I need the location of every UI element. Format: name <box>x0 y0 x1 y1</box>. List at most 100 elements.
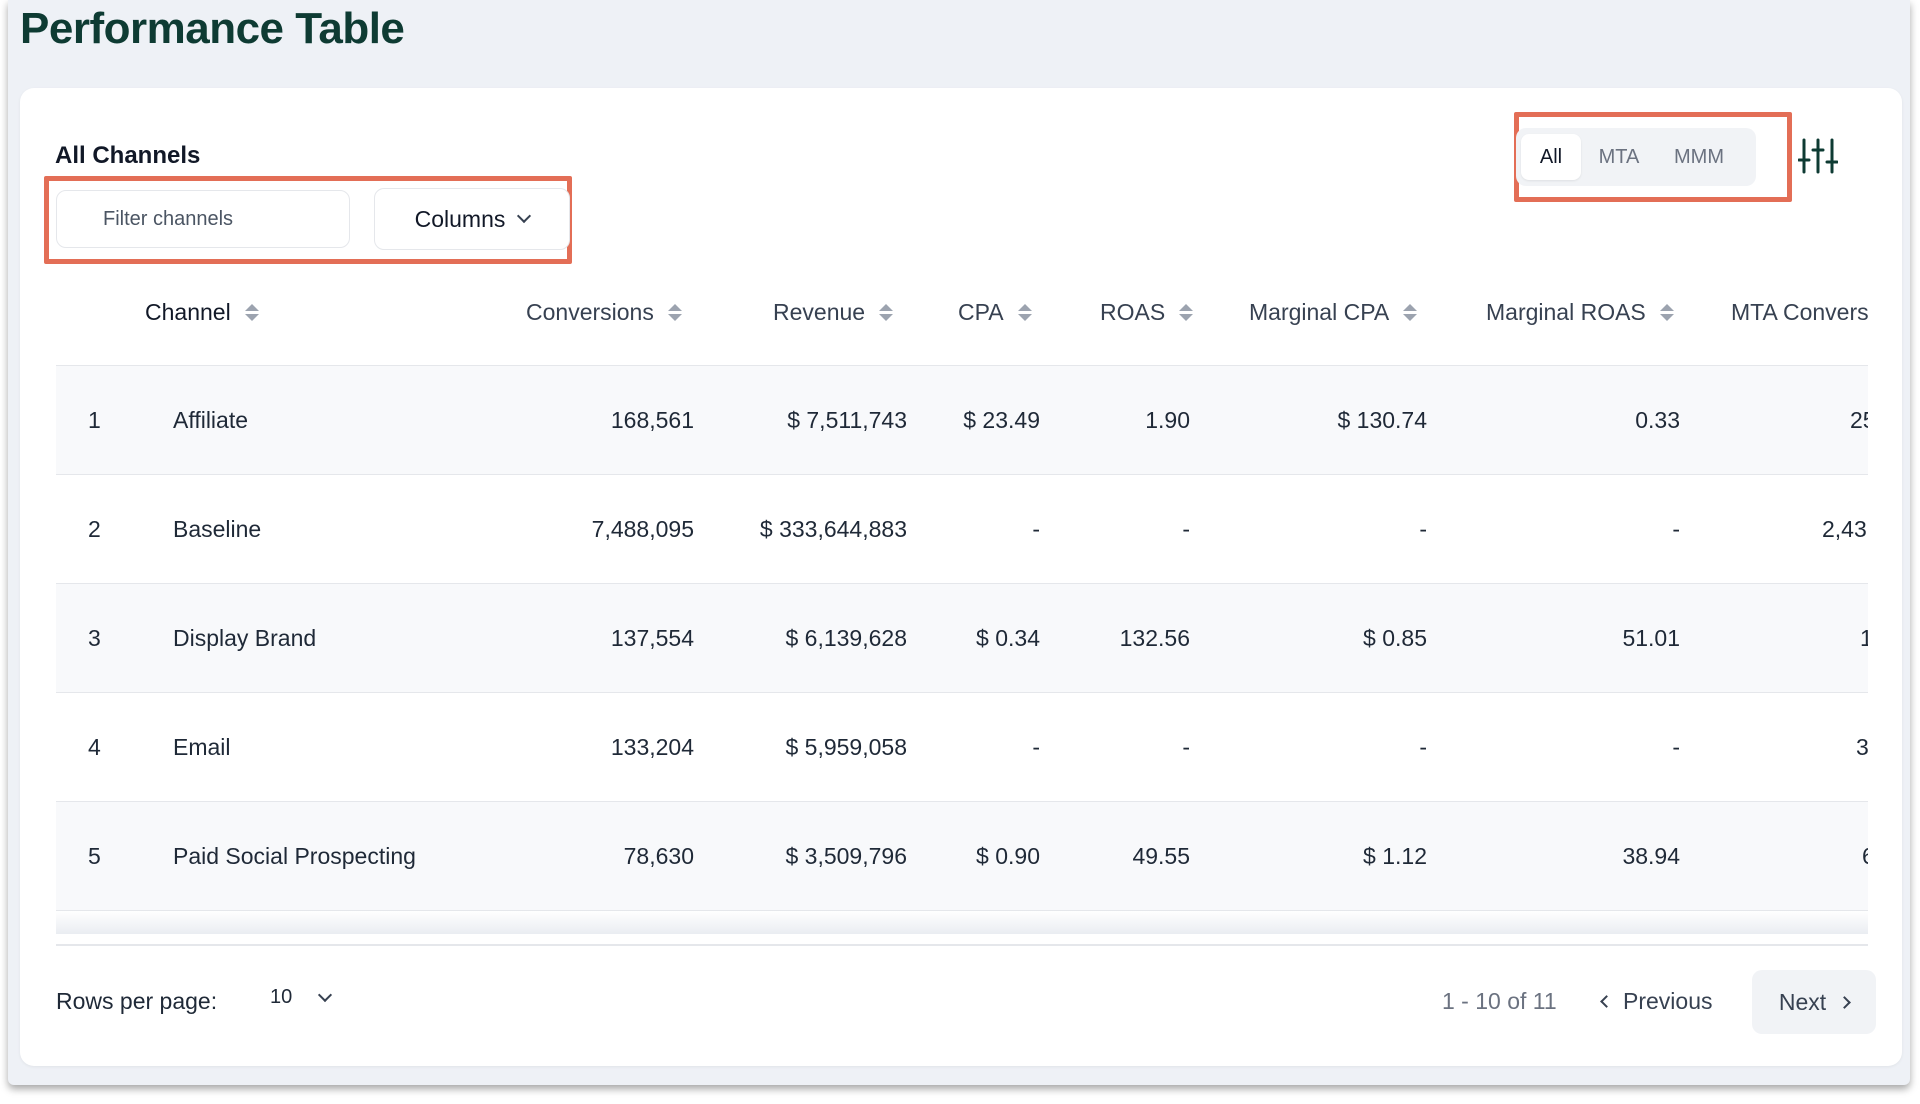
chevron-down-icon <box>517 208 532 224</box>
cell-marginal-cpa: $ 1.12 <box>1363 842 1427 869</box>
cell-cpa: - <box>1032 515 1040 542</box>
cell-channel: Paid Social Prospecting <box>173 842 416 869</box>
header-conversions[interactable]: Conversions <box>526 258 682 366</box>
performance-table: Channel Conversions Revenue CPA ROAS Mar… <box>56 258 1868 934</box>
header-label: Marginal CPA <box>1249 298 1390 325</box>
columns-button[interactable]: Columns <box>374 188 570 250</box>
cell-marginal-cpa: $ 0.85 <box>1363 624 1427 651</box>
cell-marginal-roas: 0.33 <box>1635 406 1680 433</box>
cell-roas: 1.90 <box>1145 406 1190 433</box>
row-index: 5 <box>88 842 101 869</box>
cell-mta-conversions: 25 <box>1850 406 1868 433</box>
cell-marginal-cpa: $ 130.74 <box>1337 406 1427 433</box>
rows-per-page-label: Rows per page: <box>56 988 218 1014</box>
columns-button-label: Columns <box>414 205 506 232</box>
header-channel[interactable]: Channel <box>145 258 259 366</box>
scroll-shadow <box>56 911 1868 934</box>
sliders-icon[interactable] <box>1798 136 1838 176</box>
cell-mta-conversions: 6 <box>1862 802 1868 910</box>
cell-marginal-cpa: - <box>1419 515 1427 542</box>
cell-marginal-cpa: - <box>1419 733 1427 760</box>
header-cpa[interactable]: CPA <box>958 258 1032 366</box>
performance-card: All Channels Columns All MTA MMM <box>20 88 1902 1066</box>
cell-cpa: $ 23.49 <box>963 406 1040 433</box>
cell-conversions: 168,561 <box>610 406 694 433</box>
header-marginal-cpa[interactable]: Marginal CPA <box>1249 258 1418 366</box>
header-label: Revenue <box>773 298 866 325</box>
cell-revenue: $ 5,959,058 <box>785 733 907 760</box>
header-mta-conversions[interactable]: MTA Convers <box>1731 258 1868 366</box>
sort-icon <box>1659 303 1674 321</box>
pagination-range: 1 - 10 of 11 <box>1442 988 1557 1014</box>
cell-conversions: 78,630 <box>623 842 694 869</box>
sort-icon <box>667 303 682 321</box>
header-marginal-roas[interactable]: Marginal ROAS <box>1486 258 1674 366</box>
cell-channel: Baseline <box>173 515 262 542</box>
header-label: CPA <box>958 298 1004 325</box>
footer-divider <box>56 944 1868 946</box>
segment-mmm[interactable]: MMM <box>1657 134 1741 180</box>
cell-roas: - <box>1182 733 1190 760</box>
sort-icon <box>244 303 259 321</box>
header-label: MTA Convers <box>1731 298 1868 325</box>
cell-roas: 132.56 <box>1119 624 1190 651</box>
cell-channel: Affiliate <box>173 406 249 433</box>
header-label: Marginal ROAS <box>1486 298 1646 325</box>
table-row[interactable]: 3 Display Brand 137,554 $ 6,139,628 $ 0.… <box>56 584 1868 693</box>
view-segmented-control: All MTA MMM <box>1516 128 1756 186</box>
row-index: 4 <box>88 733 101 760</box>
cell-cpa: $ 0.34 <box>976 624 1040 651</box>
sort-icon <box>1179 303 1194 321</box>
table-row[interactable]: 2 Baseline 7,488,095 $ 333,644,883 - - -… <box>56 475 1868 584</box>
table-row[interactable]: 4 Email 133,204 $ 5,959,058 - - - - 3 <box>56 693 1868 802</box>
page-title: Performance Table <box>20 4 405 53</box>
cell-marginal-roas: 38.94 <box>1622 842 1680 869</box>
rows-per-page-value: 10 <box>270 986 293 1008</box>
sort-icon <box>879 303 894 321</box>
cell-mta-conversions: 1 <box>1860 624 1868 651</box>
chevron-down-icon <box>318 987 333 1002</box>
chevron-right-icon <box>1838 995 1852 1009</box>
rows-per-page-select[interactable]: 10 <box>270 986 333 1009</box>
section-title: All Channels <box>55 142 201 169</box>
row-index: 2 <box>88 515 101 542</box>
table-row[interactable]: 1 Affiliate 168,561 $ 7,511,743 $ 23.49 … <box>56 366 1868 475</box>
next-label: Next <box>1778 988 1827 1015</box>
cell-revenue: $ 6,139,628 <box>785 624 907 651</box>
previous-button[interactable]: Previous <box>1600 988 1713 1015</box>
table-row[interactable]: 5 Paid Social Prospecting 78,630 $ 3,509… <box>56 802 1868 911</box>
cell-cpa: $ 0.90 <box>976 842 1040 869</box>
header-label: ROAS <box>1100 298 1166 325</box>
previous-label: Previous <box>1623 988 1713 1014</box>
header-label: Channel <box>145 298 231 325</box>
header-label: Conversions <box>526 298 654 325</box>
chevron-left-icon <box>1600 995 1613 1008</box>
cell-marginal-roas: - <box>1672 515 1680 542</box>
cell-marginal-roas: - <box>1672 733 1680 760</box>
table-header: Channel Conversions Revenue CPA ROAS Mar… <box>56 258 1868 366</box>
cell-channel: Email <box>173 733 231 760</box>
sort-icon <box>1017 303 1032 321</box>
cell-mta-conversions: 3 <box>1856 733 1868 760</box>
cell-conversions: 137,554 <box>610 624 694 651</box>
cell-revenue: $ 7,511,743 <box>787 406 907 433</box>
cell-channel: Display Brand <box>173 624 317 651</box>
header-revenue[interactable]: Revenue <box>773 258 894 366</box>
row-index: 1 <box>88 406 101 433</box>
cell-mta-conversions: 2,43 <box>1822 515 1867 542</box>
cell-roas: - <box>1182 515 1190 542</box>
cell-roas: 49.55 <box>1132 842 1190 869</box>
cell-revenue: $ 3,509,796 <box>785 842 907 869</box>
cell-revenue: $ 333,644,883 <box>759 515 907 542</box>
cell-conversions: 7,488,095 <box>591 515 694 542</box>
segment-mta[interactable]: MTA <box>1581 134 1657 180</box>
header-roas[interactable]: ROAS <box>1100 258 1194 366</box>
sort-icon <box>1403 303 1418 321</box>
row-index: 3 <box>88 624 101 651</box>
filter-channels-input[interactable] <box>56 190 350 248</box>
cell-marginal-roas: 51.01 <box>1622 624 1680 651</box>
cell-cpa: - <box>1032 733 1040 760</box>
cell-conversions: 133,204 <box>610 733 694 760</box>
segment-all[interactable]: All <box>1521 134 1581 180</box>
next-button[interactable]: Next <box>1752 970 1876 1034</box>
